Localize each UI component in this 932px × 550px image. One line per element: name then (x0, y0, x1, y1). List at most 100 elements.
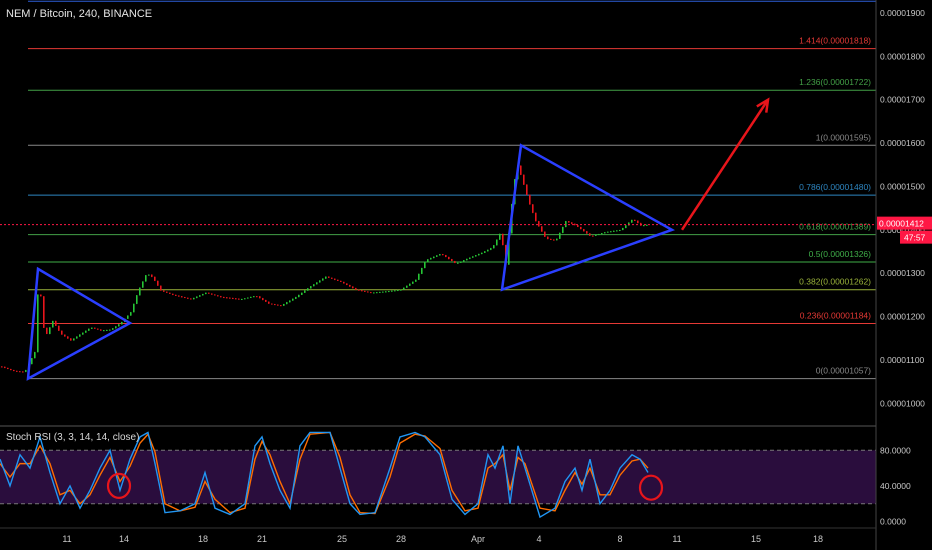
chart-title: NEM / Bitcoin, 240, BINANCE (6, 8, 153, 20)
candle-body (7, 367, 9, 369)
price-tick-label: 0.00001200 (880, 312, 925, 322)
rsi-panel (0, 431, 876, 519)
candle-body (337, 279, 339, 281)
candle-body (406, 285, 408, 288)
candle-body (283, 304, 285, 306)
candle-body (598, 234, 600, 236)
candle-body (463, 260, 465, 262)
candle-body (331, 277, 333, 279)
candle-body (82, 332, 84, 335)
candle-body (16, 370, 18, 372)
candle-body (619, 229, 621, 231)
candle-body (340, 280, 342, 282)
candle-body (286, 302, 288, 305)
candle-body (232, 298, 234, 300)
candle-body (250, 296, 252, 298)
candle-body (247, 297, 249, 299)
last-price-value: 0.00001412 (879, 219, 924, 229)
candle-body (592, 235, 594, 237)
candle-body (64, 334, 66, 337)
rsi-tick-label: 0.0000 (880, 517, 906, 527)
candle-body (607, 231, 609, 233)
time-tick-label: 11 (672, 534, 681, 544)
price-tick-label: 0.00001100 (880, 355, 925, 365)
candle-body (574, 223, 576, 226)
candle-body (142, 281, 144, 288)
candle-body (133, 303, 135, 313)
candle-body (13, 370, 15, 372)
candle-body (319, 280, 321, 283)
fib-level-label: 0.618(0.00001389) (799, 222, 871, 232)
candle-body (136, 295, 138, 304)
candle-body (544, 231, 546, 237)
candle-body (229, 297, 231, 299)
candle-body (550, 238, 552, 240)
candle-body (253, 296, 255, 298)
candle-body (166, 291, 168, 293)
candle-body (241, 299, 243, 301)
candle-body (43, 296, 45, 328)
candle-body (646, 224, 648, 226)
candle-body (91, 327, 93, 329)
candle-body (553, 239, 555, 241)
candle-body (106, 329, 108, 331)
candle-body (61, 330, 63, 335)
candle-body (181, 296, 183, 298)
candle-body (430, 258, 432, 260)
candle-body (220, 296, 222, 298)
candle-body (466, 258, 468, 261)
candle-body (301, 292, 303, 295)
candle-body (100, 329, 102, 331)
candle-body (109, 329, 111, 331)
candle-body (187, 297, 189, 299)
candle-body (499, 233, 501, 240)
candle-body (385, 291, 387, 293)
candle-body (610, 231, 612, 233)
candle-body (202, 294, 204, 296)
time-tick-label: 18 (198, 534, 208, 544)
candle-body (193, 297, 195, 300)
candle-body (10, 368, 12, 371)
candle-body (31, 358, 33, 365)
candle-body (256, 296, 258, 298)
candle-body (271, 303, 273, 305)
candle-body (502, 233, 504, 246)
candle-body (631, 219, 633, 223)
candle-body (367, 291, 369, 293)
candle-body (490, 248, 492, 250)
candle-body (292, 298, 294, 301)
candle-body (58, 325, 60, 331)
candle-body (469, 257, 471, 259)
candle-body (637, 220, 639, 224)
candle-body (412, 281, 414, 284)
candle-body (175, 294, 177, 296)
candle-body (496, 239, 498, 246)
candle-body (37, 294, 39, 353)
time-tick-label: 14 (119, 534, 129, 544)
countdown-value: 47:57 (904, 233, 926, 243)
candle-body (313, 284, 315, 287)
candle-body (436, 255, 438, 257)
candle-body (70, 338, 72, 341)
candle-body (289, 300, 291, 303)
candle-body (565, 221, 567, 228)
candle-body (184, 297, 186, 299)
breakout-arrow (680, 99, 770, 231)
candle-body (355, 288, 357, 290)
candle-body (439, 254, 441, 256)
candle-body (556, 238, 558, 241)
candle-body (457, 262, 459, 264)
candle-body (34, 352, 36, 359)
candle-body (352, 286, 354, 289)
candle-body (520, 165, 522, 175)
candle-body (157, 280, 159, 286)
candle-body (583, 229, 585, 232)
candle-body (382, 291, 384, 293)
candle-body (421, 268, 423, 274)
candle-body (268, 301, 270, 304)
candle-body (442, 254, 444, 256)
candle-body (376, 292, 378, 294)
candle-body (634, 219, 636, 221)
time-tick-label: 18 (813, 534, 823, 544)
candle-body (154, 276, 156, 281)
